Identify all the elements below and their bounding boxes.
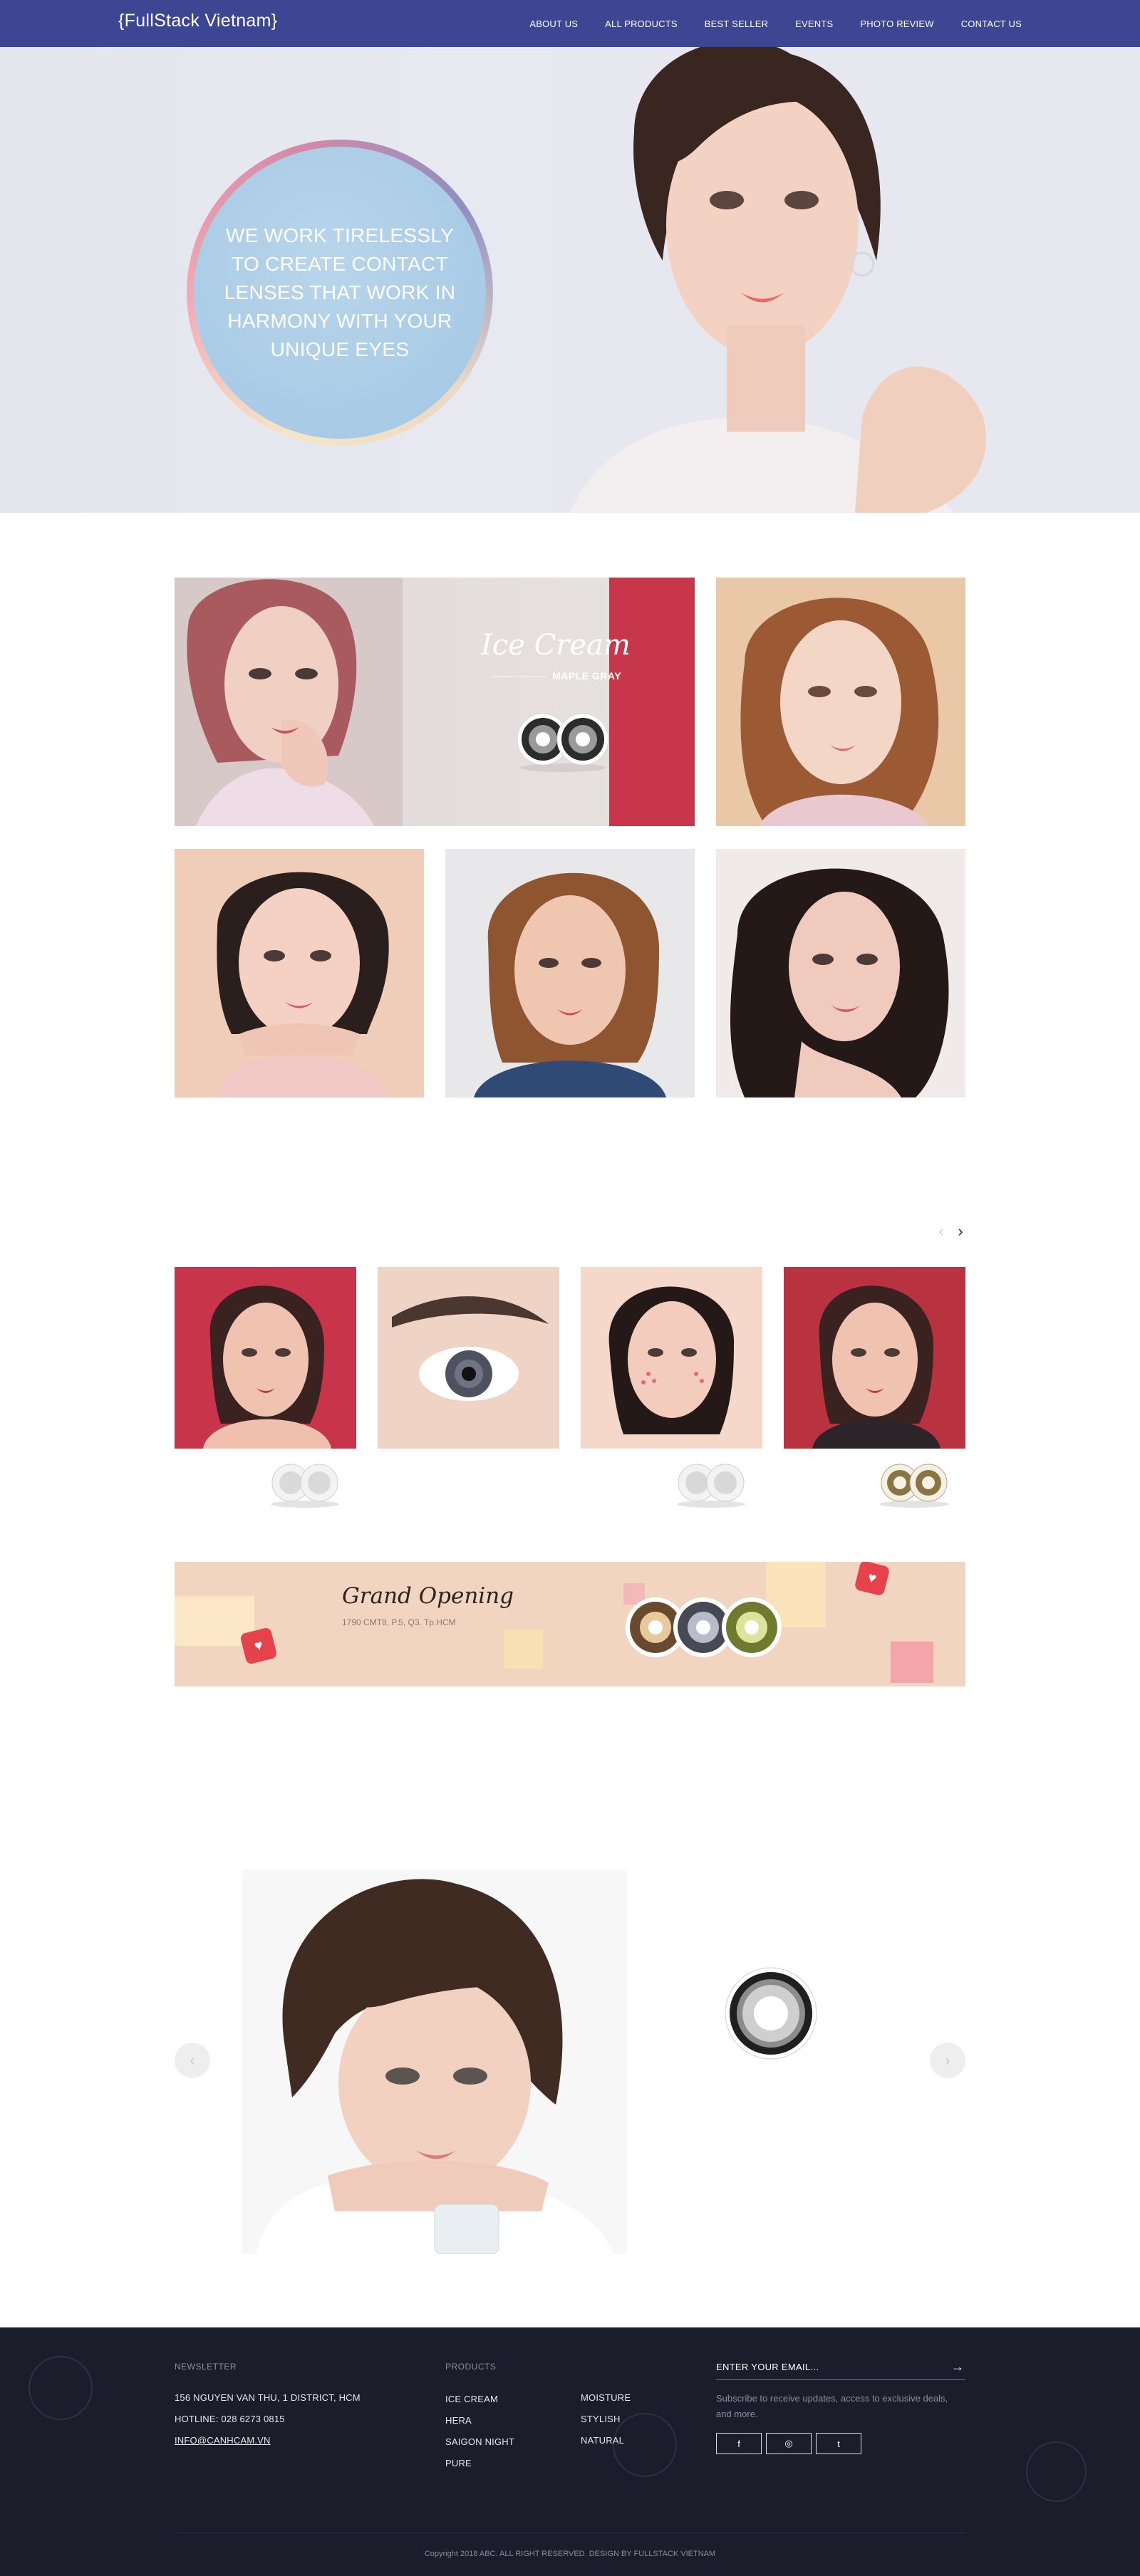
footer-address: 156 NGUYEN VAN THU, 1 DISTRICT, HCM (175, 2392, 361, 2403)
facebook-icon[interactable]: f (716, 2433, 762, 2454)
footer-email-underline (716, 2379, 965, 2380)
gallery-photo-2[interactable] (175, 849, 424, 1097)
banner-address: 1790 CMT8, P.5, Q3. Tp.HCM (342, 1617, 456, 1627)
product-1-lens-icon (271, 1464, 339, 1508)
footer-product-link[interactable]: HERA (445, 2415, 472, 2426)
gallery-photo-2-image (175, 849, 424, 1097)
showcase-model-image (242, 1870, 627, 2254)
product-card-3[interactable] (581, 1267, 762, 1449)
footer-newsletter-heading: NEWSLETTER (175, 2362, 237, 2372)
gallery-photo-3[interactable] (445, 849, 695, 1097)
lens-pair-icon (517, 713, 609, 772)
footer-product-link[interactable]: SAIGON NIGHT (445, 2436, 514, 2447)
nav-events[interactable]: EVENTS (795, 19, 833, 29)
footer-product-link[interactable]: NATURAL (581, 2435, 624, 2446)
product-card-1[interactable] (175, 1267, 356, 1449)
heart-like-icon: ♥ (239, 1627, 278, 1665)
footer-product-link[interactable]: STYLISH (581, 2414, 621, 2424)
slider-next-icon[interactable]: › (953, 1224, 968, 1239)
banner-lens-trio-icon (626, 1597, 782, 1657)
product-3-lens-icon (677, 1464, 745, 1508)
showcase-lens-icon (725, 1967, 817, 2060)
product-4-lens-icon (880, 1464, 948, 1508)
footer-subscribe-text: Subscribe to receive updates, access to … (716, 2393, 948, 2419)
footer-email-input[interactable]: ENTER YOUR EMAIL... (716, 2362, 819, 2372)
showcase-prev-button[interactable]: ‹ (175, 2043, 210, 2078)
product-card-2[interactable] (378, 1267, 559, 1449)
nav-about-us[interactable]: ABOUT US (529, 19, 578, 29)
feature-red-stripe (609, 578, 695, 826)
hero-circle: WE WORK TIRELESSLY TO CREATE CONTACT LEN… (187, 140, 493, 446)
banner-deco-square-2 (504, 1629, 543, 1669)
footer-deco-circle (1026, 2441, 1087, 2502)
arrow-right-icon[interactable]: → (951, 2359, 964, 2374)
product-card-2-image (378, 1267, 559, 1449)
feature-subtitle: MAPLE GRAY (552, 670, 622, 682)
showcase-model-photo (242, 1870, 627, 2254)
instagram-icon[interactable]: ◎ (766, 2433, 812, 2454)
banner-title: Grand Opening (342, 1583, 514, 1609)
footer-hotline: HOTLINE: 028 6273 0815 (175, 2414, 285, 2424)
showcase-next-button[interactable]: › (930, 2043, 965, 2078)
site-logo[interactable]: {FullStack Vietnam} (118, 11, 277, 31)
feature-title: Ice Cream (481, 629, 631, 662)
hero-circle-fill: WE WORK TIRELESSLY TO CREATE CONTACT LEN… (194, 147, 486, 439)
hero-model-photo (556, 47, 1140, 513)
hero-tagline: WE WORK TIRELESSLY TO CREATE CONTACT LEN… (224, 224, 456, 360)
footer-product-link[interactable]: MOISTURE (581, 2392, 631, 2403)
footer-email-link[interactable]: INFO@CANHCAM.VN (175, 2435, 271, 2446)
product-card-1-image (175, 1267, 356, 1449)
nav-best-seller[interactable]: BEST SELLER (705, 19, 768, 29)
slider-prev-icon[interactable]: ‹ (933, 1224, 949, 1239)
banner-deco-square-5 (891, 1642, 933, 1683)
main-menu: ABOUT US ALL PRODUCTS BEST SELLER EVENTS… (529, 0, 1022, 47)
twitter-icon[interactable]: t (816, 2433, 861, 2454)
gallery-photo-3-image (445, 849, 695, 1097)
grand-opening-banner[interactable]: ♥ ♥ Grand Opening 1790 CMT8, P.5, Q3. Tp… (175, 1562, 965, 1686)
footer-deco-circle (28, 2356, 93, 2420)
gallery-photo-4[interactable] (716, 849, 965, 1097)
gallery-photo-1[interactable] (716, 578, 965, 826)
footer-product-link[interactable]: PURE (445, 2458, 472, 2468)
nav-contact-us[interactable]: CONTACT US (961, 19, 1022, 29)
gallery-photo-1-image (716, 578, 965, 826)
nav-photo-review[interactable]: PHOTO REVIEW (860, 19, 933, 29)
product-card-4[interactable] (784, 1267, 965, 1449)
product-card-4-image (784, 1267, 965, 1449)
hero-banner: WE WORK TIRELESSLY TO CREATE CONTACT LEN… (0, 47, 1140, 513)
gallery-photo-4-image (716, 849, 965, 1097)
footer-products-heading: PRODUCTS (445, 2362, 497, 2372)
footer-copyright: Copyright 2018 ABC. ALL RIGHT RESERVED. … (424, 2550, 716, 2558)
footer-product-link[interactable]: ICE CREAM (445, 2394, 498, 2404)
top-navbar: {FullStack Vietnam} ABOUT US ALL PRODUCT… (0, 0, 1140, 47)
feature-model-photo (175, 578, 403, 826)
nav-all-products[interactable]: ALL PRODUCTS (605, 19, 678, 29)
heart-like-icon: ♥ (854, 1562, 891, 1597)
site-footer: NEWSLETTER 156 NGUYEN VAN THU, 1 DISTRIC… (0, 2327, 1140, 2576)
product-card-3-image (581, 1267, 762, 1449)
feature-ice-cream-card[interactable]: Ice Cream MAPLE GRAY (175, 578, 695, 826)
